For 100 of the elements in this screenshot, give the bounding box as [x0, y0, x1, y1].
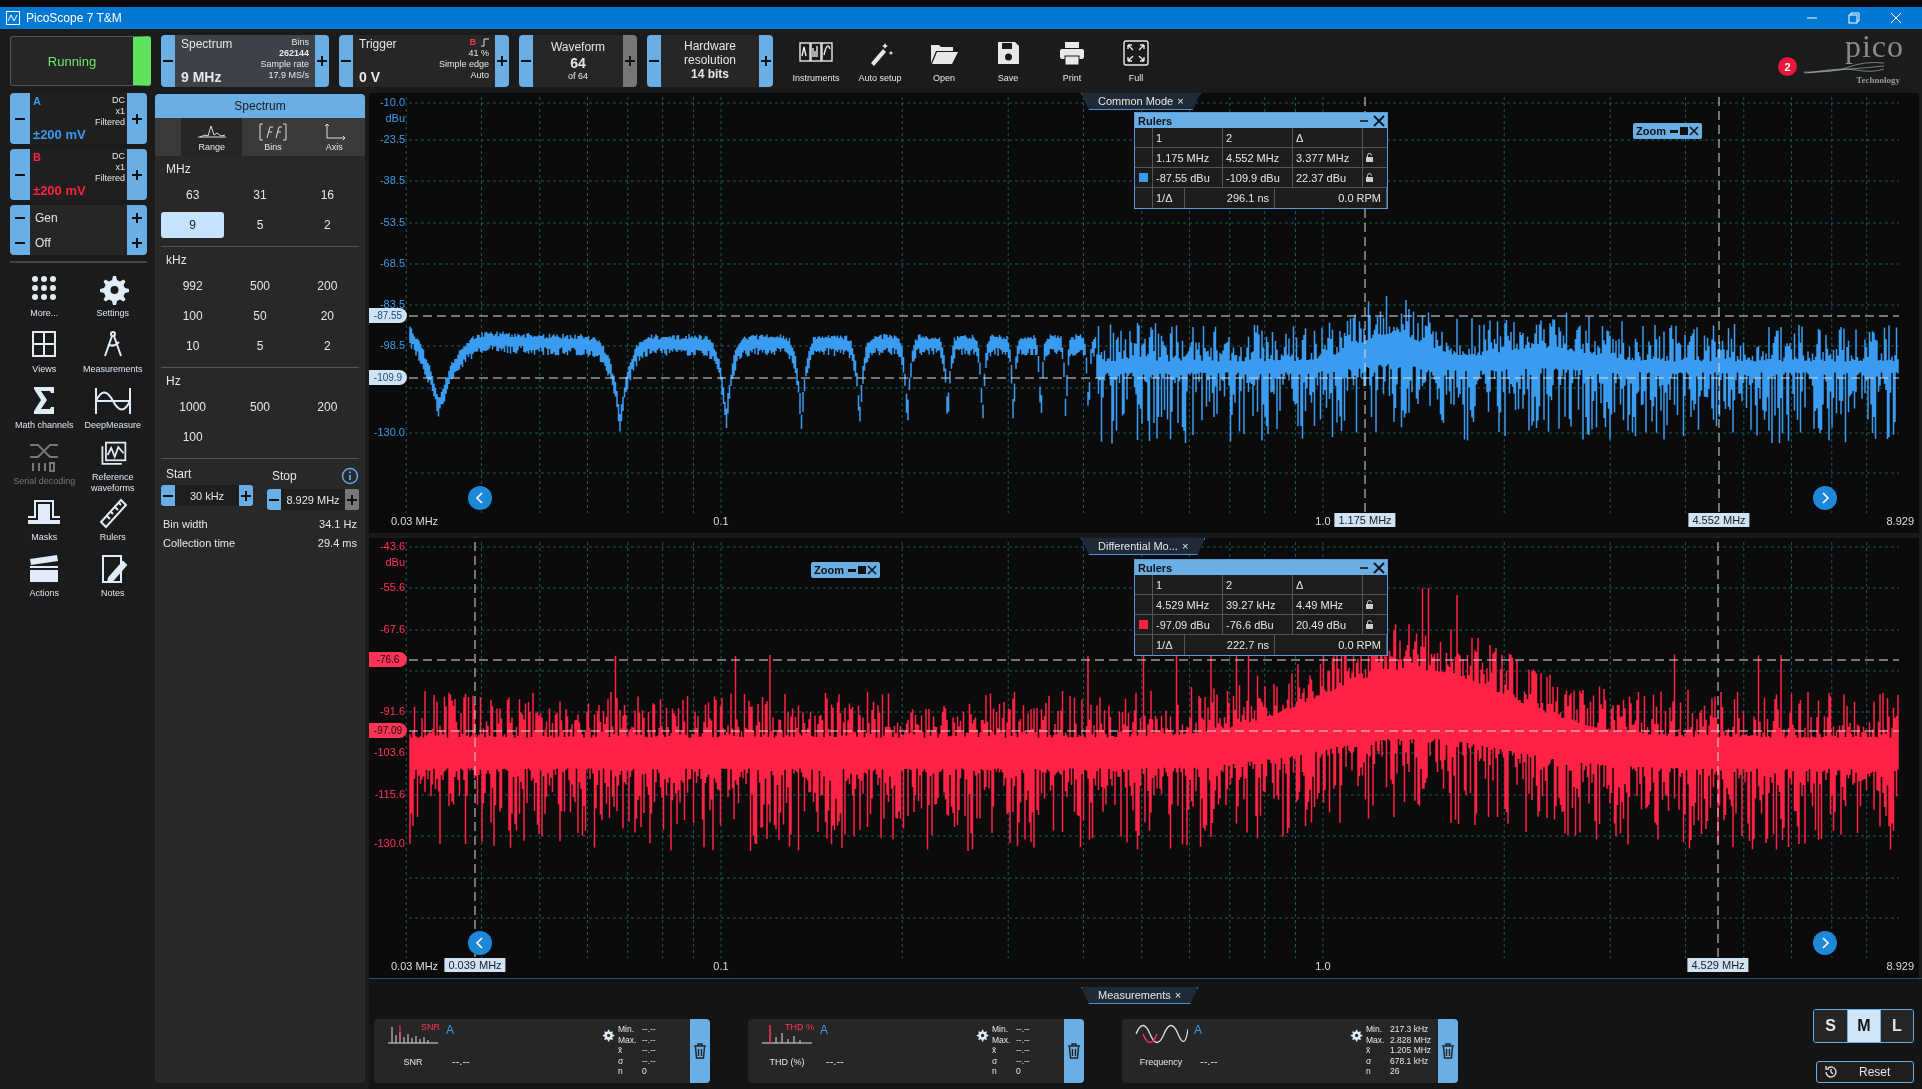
scroll-right-button[interactable] [1813, 931, 1837, 955]
axis-label: 0.1 [713, 960, 729, 972]
view-tab[interactable]: Differential Mo... × [1081, 538, 1206, 555]
ruler-marker[interactable]: -76.6 [369, 652, 407, 667]
plus-button[interactable] [127, 149, 147, 200]
masks-button[interactable]: Masks [10, 494, 79, 550]
zoom-widget[interactable]: Zoom [811, 562, 880, 578]
table-cell: 39.27 kHz [1223, 595, 1293, 615]
minus-button[interactable] [10, 205, 30, 230]
view-tab[interactable]: Common Mode × [1081, 93, 1201, 110]
range-option[interactable]: 992 [161, 273, 225, 299]
scroll-left-button[interactable] [468, 486, 492, 510]
plus-icon [132, 169, 142, 180]
range-option[interactable]: 500 [228, 394, 292, 420]
measurements-button[interactable]: Measurements [78, 326, 147, 382]
minus-button[interactable] [10, 149, 30, 200]
minus-button[interactable] [339, 35, 353, 87]
range-option[interactable]: 63 [161, 182, 225, 208]
stat-label: σ [618, 1055, 625, 1066]
info-icon[interactable] [341, 467, 359, 485]
size-button[interactable]: S [1814, 1010, 1847, 1042]
lock-icon[interactable] [1365, 153, 1374, 162]
delete-button[interactable] [1064, 1019, 1084, 1083]
minus-button[interactable] [10, 93, 30, 144]
range-option[interactable]: 2 [295, 212, 359, 238]
ruler-marker[interactable]: 4.529 MHz [1687, 958, 1749, 972]
delete-button[interactable] [690, 1019, 710, 1083]
range-option[interactable]: 20 [295, 303, 359, 329]
run-button[interactable]: Running [10, 36, 151, 86]
ruler-marker[interactable]: -87.55 [369, 308, 407, 323]
ruler-marker[interactable]: 4.552 MHz [1688, 513, 1750, 527]
close-icon[interactable] [1890, 12, 1902, 24]
plus-button[interactable] [759, 35, 773, 87]
lock-icon[interactable] [1365, 620, 1374, 629]
settings-button[interactable]: Settings [78, 270, 147, 326]
range-option[interactable]: 5 [228, 333, 292, 359]
ruler-marker[interactable]: -97.09 [369, 723, 407, 738]
actions-button[interactable]: Actions [10, 550, 79, 606]
notification-badge[interactable]: 2 [1778, 57, 1797, 76]
table-cell: 4.49 MHz [1293, 595, 1363, 615]
range-option[interactable]: 50 [228, 303, 292, 329]
settings-icon[interactable] [1348, 1027, 1364, 1043]
more-button[interactable]: More... [10, 270, 79, 326]
restore-icon[interactable] [1848, 12, 1860, 24]
settings-icon[interactable] [600, 1027, 616, 1043]
zoom-widget[interactable]: Zoom [1633, 123, 1702, 139]
plus-button[interactable] [315, 35, 329, 87]
range-option[interactable]: 200 [295, 394, 359, 420]
range-option[interactable]: 16 [295, 182, 359, 208]
save-button[interactable]: Save [979, 33, 1037, 89]
notes-button[interactable]: Notes [78, 550, 147, 606]
minus-button[interactable] [519, 35, 533, 87]
stop-field[interactable]: 8.929 MHz [267, 489, 359, 510]
scroll-right-button[interactable] [1813, 486, 1837, 510]
minimize-close-icon[interactable] [1359, 114, 1385, 127]
reference-button[interactable]: Reference waveforms [78, 438, 147, 494]
plus-button[interactable] [127, 205, 147, 230]
range-option[interactable]: 500 [228, 273, 292, 299]
plus-button[interactable] [127, 230, 147, 255]
range-option[interactable]: 31 [228, 182, 292, 208]
scroll-left-button[interactable] [468, 931, 492, 955]
ruler-marker[interactable]: 1.175 MHz [1334, 513, 1396, 527]
range-option[interactable]: 10 [161, 333, 225, 359]
lock-icon[interactable] [1365, 600, 1374, 609]
range-option[interactable]: 5 [228, 212, 292, 238]
waveform-count: of 64 [568, 70, 588, 82]
minimize-close-icon[interactable] [1359, 561, 1385, 574]
deepmeasure-button[interactable]: DeepMeasure [78, 382, 147, 438]
start-field[interactable]: 30 kHz [161, 485, 253, 506]
table-cell: 22.37 dBu [1293, 168, 1363, 188]
plus-button[interactable] [127, 93, 147, 144]
lock-icon[interactable] [1365, 173, 1374, 182]
range-tab[interactable]: Range [181, 118, 243, 156]
plus-button[interactable] [495, 35, 509, 87]
range-option[interactable]: 2 [295, 333, 359, 359]
range-option[interactable]: 100 [161, 303, 225, 329]
instruments-button[interactable]: Instruments [787, 33, 845, 89]
ruler-marker[interactable]: -109.9 [369, 370, 407, 385]
autosetup-button[interactable]: Auto setup [851, 33, 909, 89]
rulers-button[interactable]: Rulers [78, 494, 147, 550]
stat-label: Min. [1366, 1024, 1384, 1035]
math-button[interactable]: Math channels [10, 382, 79, 438]
measurements-tab[interactable]: Measurements × [1081, 987, 1199, 1004]
minus-button[interactable] [647, 35, 661, 87]
ruler-marker[interactable]: 0.039 MHz [444, 958, 506, 972]
delete-button[interactable] [1438, 1019, 1458, 1083]
views-button[interactable]: Views [10, 326, 79, 382]
settings-icon[interactable] [974, 1027, 990, 1043]
open-button[interactable]: Open [915, 33, 973, 89]
range-option[interactable]: 200 [295, 273, 359, 299]
size-button[interactable]: M [1847, 1010, 1880, 1042]
reset-button[interactable]: Reset [1816, 1061, 1914, 1083]
range-option[interactable]: 1000 [161, 394, 225, 420]
print-button[interactable]: Print [1043, 33, 1101, 89]
minus-button[interactable] [161, 35, 175, 87]
full-button[interactable]: Full [1107, 33, 1165, 89]
minus-button[interactable] [10, 230, 30, 255]
range-option[interactable]: 9 [161, 212, 225, 238]
range-option[interactable]: 100 [161, 424, 225, 450]
size-button[interactable]: L [1880, 1010, 1913, 1042]
